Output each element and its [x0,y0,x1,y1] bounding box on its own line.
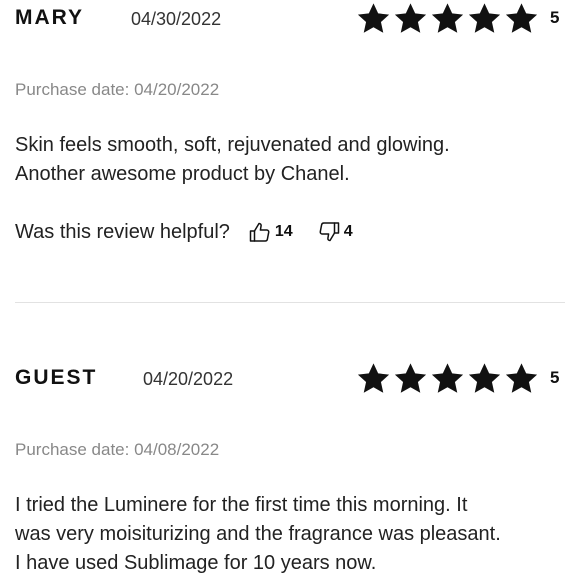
star-icon [394,2,427,33]
star-icon [357,362,390,393]
divider [15,302,565,303]
reviewer-name: MARY [15,6,85,29]
star-icon [431,2,464,33]
helpful-prompt: Was this review helpful? [15,220,230,243]
star-rating [356,360,541,396]
review-body-line: was very moisiturizing and the fragrance… [15,523,501,545]
purchase-date: Purchase date: 04/20/2022 [15,80,220,99]
helpful-no-count: 4 [343,223,353,240]
thumbs-up-icon [249,222,270,242]
review-body: Skin feels smooth, soft, rejuvenated and… [15,131,570,189]
rating-value: 5 [550,8,560,27]
reviewer-name: GUEST [15,366,98,389]
star-icon [394,362,427,393]
helpful-no-button[interactable]: 4 [317,220,353,244]
rating-value: 5 [550,368,560,387]
star-rating [356,0,541,36]
helpful-yes-button[interactable]: 14 [248,220,293,244]
review-date: 04/20/2022 [143,369,234,389]
purchase-date: Purchase date: 04/08/2022 [15,440,220,459]
review-body: I tried the Luminere for the first time … [15,491,570,578]
thumbs-down-icon [319,222,339,242]
star-icon [357,2,390,33]
review-date: 04/30/2022 [131,9,222,29]
review-body-line: Skin feels smooth, soft, rejuvenated and… [15,134,450,156]
star-icon [505,362,538,393]
review-body-line: Another awesome product by Chanel. [15,163,350,185]
review-body-line: I have used Sublimage for 10 years now. [15,552,377,574]
helpful-row: Was this review helpful? 14 4 [15,218,353,246]
star-icon [431,362,464,393]
helpful-yes-count: 14 [274,223,293,240]
review-body-line: I tried the Luminere for the first time … [15,494,468,516]
star-icon [468,2,501,33]
star-icon [468,362,501,393]
star-icon [505,2,538,33]
